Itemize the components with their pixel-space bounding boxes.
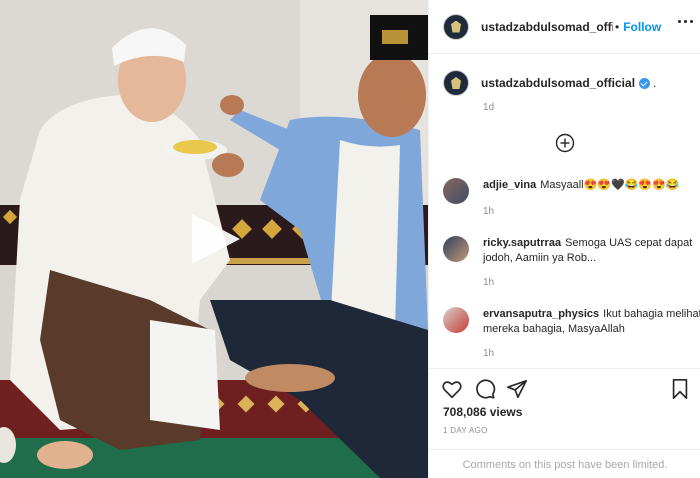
play-icon (192, 214, 240, 264)
comment-text: Masyaall😍😍🖤😂😍😍😂 (540, 179, 680, 191)
logo-icon (451, 20, 461, 33)
comment-body: ricky.saputrraa Semoga UAS cepat dapat jo… (483, 236, 700, 266)
caption-avatar[interactable] (443, 70, 469, 96)
comment-icon[interactable] (474, 378, 496, 400)
comment-username[interactable]: ervansaputra_physics (483, 308, 599, 320)
comment-body: adjie_vina Masyaall😍😍🖤😂😍😍😂 (483, 178, 700, 193)
post-sidebar: ustadzabdulsomad_official • Follow ustad… (428, 0, 700, 478)
caption-username[interactable]: ustadzabdulsomad_official (481, 76, 635, 90)
comment-time[interactable]: 1h (483, 277, 494, 288)
caption-text: . (653, 76, 657, 90)
view-count[interactable]: 708,086 views (443, 405, 522, 419)
post-date[interactable]: 1 DAY AGO (443, 426, 488, 435)
bookmark-icon[interactable] (669, 378, 691, 400)
post-actions: 708,086 views 1 DAY AGO Comments on this… (429, 368, 700, 478)
more-options-icon[interactable] (678, 20, 693, 23)
comment-avatar[interactable] (443, 178, 469, 204)
post-video[interactable] (0, 0, 428, 478)
comment-time[interactable]: 1h (483, 348, 494, 359)
comment-username[interactable]: adjie_vina (483, 179, 536, 191)
caption-time[interactable]: 1d (483, 102, 494, 113)
plus-circle-icon[interactable] (555, 133, 575, 153)
comments-limited-notice: Comments on this post have been limited. (429, 449, 700, 478)
separator-dot: • (615, 19, 620, 34)
follow-button[interactable]: Follow (623, 20, 661, 34)
comment-avatar[interactable] (443, 307, 469, 333)
heart-icon[interactable] (441, 378, 463, 400)
comment-avatar[interactable] (443, 236, 469, 262)
caption: ustadzabdulsomad_official . 1d (443, 70, 693, 113)
header-username[interactable]: ustadzabdulsomad_official (481, 20, 613, 34)
avatar[interactable] (443, 13, 469, 40)
comment-body: ervansaputra_physics Ikut bahagia melihat… (483, 307, 700, 337)
logo-icon (451, 77, 461, 89)
play-button[interactable] (188, 212, 242, 266)
comment-username[interactable]: ricky.saputrraa (483, 237, 561, 249)
share-icon[interactable] (506, 378, 528, 400)
comment-time[interactable]: 1h (483, 206, 494, 217)
post-header: ustadzabdulsomad_official • Follow (429, 0, 700, 54)
verified-icon (639, 77, 651, 89)
